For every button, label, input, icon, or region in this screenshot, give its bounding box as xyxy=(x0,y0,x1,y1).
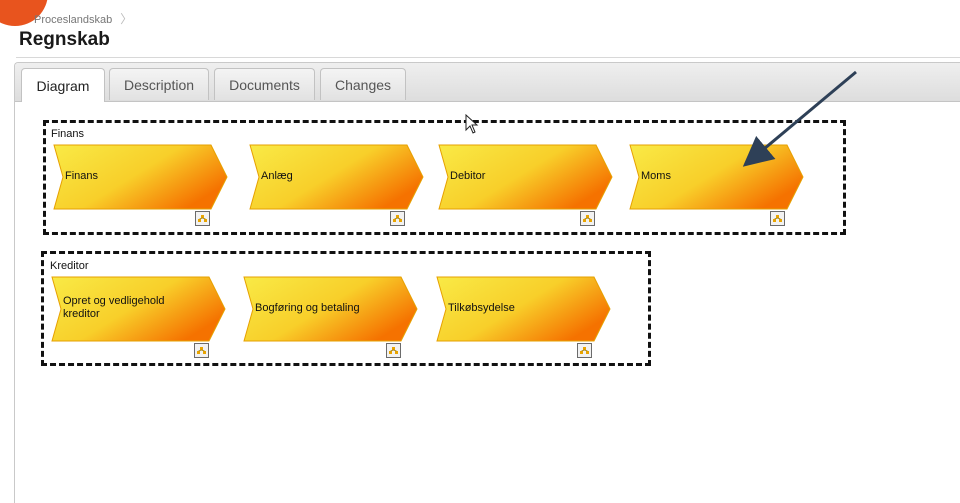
process-anlaeg[interactable]: Anlæg xyxy=(249,144,425,210)
tab-documents[interactable]: Documents xyxy=(214,68,315,100)
process-label: Debitor xyxy=(450,169,486,182)
process-bogfoering[interactable]: Bogføring og betaling xyxy=(243,276,419,342)
mouse-pointer-icon xyxy=(465,114,479,134)
tab-label: Description xyxy=(123,76,195,93)
subprocess-link-icon[interactable] xyxy=(195,211,210,226)
process-label: Anlæg xyxy=(261,169,293,182)
title-divider xyxy=(16,57,960,58)
process-label: Bogføring og betaling xyxy=(255,301,360,314)
tab-label: Changes xyxy=(334,76,392,93)
process-label: Finans xyxy=(65,169,99,182)
process-tilkoebsydelse[interactable]: Tilkøbsydelse xyxy=(436,276,612,342)
group-label: Finans xyxy=(51,128,85,140)
group-label: Kreditor xyxy=(50,260,89,272)
process-label: Opret og vedligehold kreditor xyxy=(63,295,165,320)
subprocess-link-icon[interactable] xyxy=(577,343,592,358)
breadcrumb[interactable]: Proceslandskab 〉 xyxy=(34,10,132,27)
tab-label: Diagram xyxy=(36,77,90,94)
process-opret-kreditor[interactable]: Opret og vedligehold kreditor xyxy=(51,276,227,342)
process-label: Moms xyxy=(641,169,671,182)
process-finans[interactable]: Finans xyxy=(53,144,229,210)
subprocess-link-icon[interactable] xyxy=(194,343,209,358)
tab-diagram[interactable]: Diagram xyxy=(21,68,105,102)
process-label: Tilkøbsydelse xyxy=(448,301,515,314)
subprocess-link-icon[interactable] xyxy=(386,343,401,358)
tab-changes[interactable]: Changes xyxy=(320,68,406,100)
page-title: Regnskab xyxy=(19,29,110,50)
subprocess-link-icon[interactable] xyxy=(390,211,405,226)
subprocess-link-icon[interactable] xyxy=(580,211,595,226)
process-moms[interactable]: Moms xyxy=(629,144,805,210)
breadcrumb-separator-icon: 〉 xyxy=(120,12,133,26)
breadcrumb-item[interactable]: Proceslandskab xyxy=(34,14,112,26)
subprocess-link-icon[interactable] xyxy=(770,211,785,226)
tab-label: Documents xyxy=(229,76,300,93)
tab-description[interactable]: Description xyxy=(109,68,209,100)
process-debitor[interactable]: Debitor xyxy=(438,144,614,210)
